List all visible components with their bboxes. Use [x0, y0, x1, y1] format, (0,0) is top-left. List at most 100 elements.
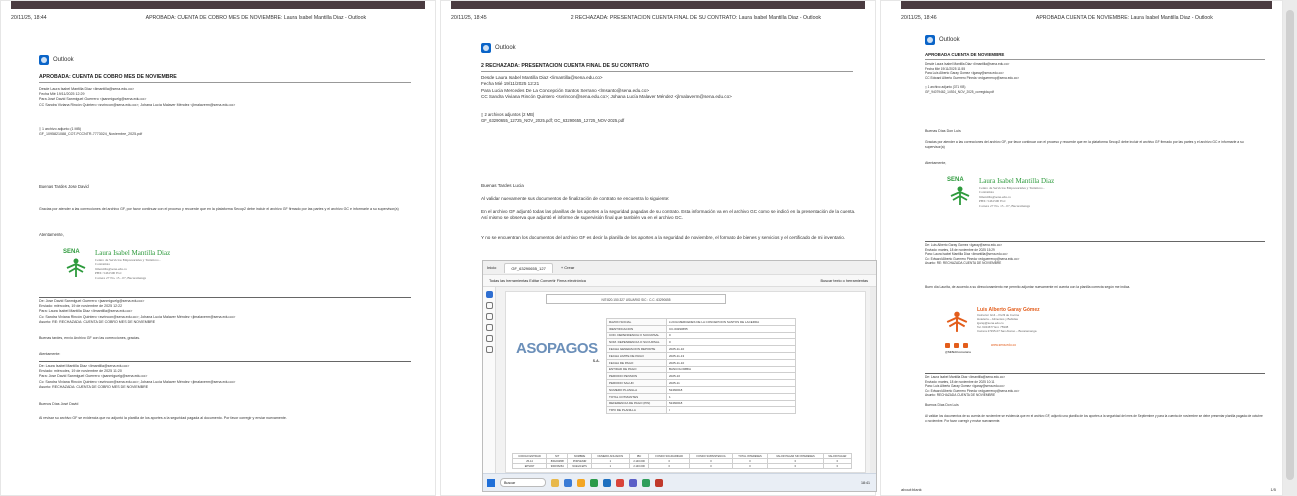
outlook-label: Outlook [495, 45, 516, 51]
summary-value: I [666, 406, 796, 415]
outlook-label: Outlook [53, 57, 74, 63]
text-tool-icon[interactable] [485, 335, 493, 342]
tab-home[interactable]: Inicio [487, 265, 496, 270]
quoted-body-2: Al revisar su archivo GF se evidencia qu… [39, 416, 287, 420]
taskbar-app-icon[interactable] [590, 478, 598, 487]
tab-pdf[interactable]: GF_63290655_127 [504, 262, 553, 273]
window-scrollbar[interactable] [1283, 0, 1297, 496]
taskbar-clock: 18:41 [861, 480, 870, 485]
summary-key: PERIODO SALUD [606, 379, 667, 387]
taskbar-app-icon[interactable] [603, 478, 611, 487]
body-paragraph-1: Al validar nuevamente sus documentos de … [481, 196, 670, 201]
summary-key: FECHA GENERACION REPORTE [606, 345, 667, 353]
zoom-tool-icon[interactable] [485, 302, 493, 309]
summary-key: COD. DEPENDENCIA O SUCURSAL [606, 331, 667, 340]
attachment-text: 2 archivos adjuntos (2 MB) GF_63290655_1… [481, 112, 625, 123]
taskbar-app-icon[interactable] [564, 478, 572, 487]
pdf-header-box: NIT:820.150.327 USUARIO SIC : C.C. 63290… [546, 294, 726, 304]
summary-row: ENTIDAD DE PAGO BANCOLOMBIA [606, 365, 796, 374]
body-text: Gracias por atender a las correcciones d… [925, 140, 1244, 149]
divider [925, 59, 1265, 60]
summary-value: 2025-11-10 [666, 358, 796, 367]
signature-2-details: Instructor G14 – Perfil de Cocina Hotele… [977, 313, 1037, 333]
taskbar-app-icon[interactable] [551, 478, 559, 487]
detail-cell: 900156264 [546, 463, 569, 469]
divider [925, 373, 1265, 374]
payment-detail-table: CODIGO ENTIDAD NIT NOMBRE NUMERO AFILIADOS I… [511, 453, 853, 469]
quoted-greeting-2: Buenos Días Don Luis [925, 403, 959, 407]
email-headers: Desde Laura Isabel Mantilla Diaz <limant… [481, 75, 732, 99]
taskbar-app-icon[interactable] [642, 478, 650, 487]
summary-key: TIPO DE PLANILLA [606, 406, 667, 415]
outlook-icon [925, 35, 935, 45]
summary-value: 0 [666, 331, 796, 340]
pdf-scrollbar[interactable] [870, 287, 876, 473]
body-text: Gracias por atender a las correcciones d… [39, 207, 399, 211]
youtube-icon[interactable] [963, 343, 968, 348]
attachment-info[interactable]: ▯ 1 archivo adjunto (371 KB) GF_94079462… [925, 85, 1225, 94]
scrollbar-thumb[interactable] [1286, 10, 1294, 480]
pen-tool-icon[interactable] [485, 313, 493, 320]
body-paragraph-2: En el archivo GF adjuntó todas las plani… [481, 209, 856, 221]
summary-row: PERIODO SALUD 2025-11 [606, 379, 796, 387]
taskbar-search[interactable]: Buscar [500, 478, 546, 487]
print-datetime: 20/11/25, 18:46 [901, 15, 937, 21]
outlook-label: Outlook [939, 37, 960, 43]
pdf-toolbar-menu[interactable]: Todas las herramientas Editar Convertir … [489, 279, 586, 283]
instagram-icon[interactable] [945, 343, 950, 348]
taskbar-app-icon[interactable] [655, 478, 663, 487]
pdf-search[interactable]: Buscar texto o herramientas [821, 279, 868, 283]
search-tool-icon[interactable] [485, 346, 493, 353]
closing: Atentamente, [39, 232, 64, 237]
page-1: 20/11/25, 18:44 APROBADA: CUENTA DE COBR… [0, 0, 436, 496]
attachment-text: 1 archivo adjunto (371 KB) GF_94079462_1… [925, 85, 994, 94]
detail-row: EPS037 900156264 NUEVA EPS 1 2.146.000 0 0 0 0 0 [511, 463, 853, 469]
quoted-body-2: Al validar los documentos de su cuenta d… [925, 414, 1263, 423]
taskbar-app-icon[interactable] [616, 478, 624, 487]
summary-value: 0 [666, 338, 796, 347]
facebook-icon[interactable] [954, 343, 959, 348]
email-subject: 2 RECHAZADA: PRESENTACION CUENTA FINAL D… [481, 63, 649, 69]
divider [39, 82, 411, 83]
divider [481, 71, 853, 72]
summary-value: 2025-11-13 [666, 351, 796, 360]
outlook-icon [39, 55, 49, 65]
summary-value: LUCIA MERCEDES DE LA CONCEPCION SANTOS D… [666, 318, 796, 326]
quoted-header-2: De: Laura Isabel Mantilla Diaz <limantil… [39, 364, 236, 389]
sena-logo-text: SENA [63, 249, 80, 255]
website-link[interactable]: www.sena.edu.co [991, 343, 1016, 347]
asopagos-logo-text: ASOPAGOS [516, 340, 598, 357]
print-window-title: APROBADA: CUENTA DE COBRO MES DE NOVIEMB… [145, 15, 367, 21]
summary-key: TOTAL COTIZANTES [606, 392, 667, 401]
email-headers: Desde Laura Isabel Mantilla Diaz <limant… [925, 62, 1020, 80]
draw-tool-icon[interactable] [485, 324, 493, 331]
body-greeting: Buenas Tardes Jose David [39, 184, 89, 189]
summary-key: FECHA DE PAGO [606, 358, 667, 367]
browser-tabs: Inicio GF_63290655_127 + Crear [483, 261, 876, 275]
tab-new[interactable]: + Crear [561, 265, 574, 270]
taskbar-app-icon[interactable] [629, 478, 637, 487]
quoted-header-2: De: Laura Isabel Mantilla Diaz <limantil… [925, 375, 1020, 398]
taskbar-app-icon[interactable] [577, 478, 585, 487]
windows-start-icon[interactable] [487, 478, 495, 487]
quoted-greeting-2: Buenos Días José David [39, 402, 79, 406]
detail-cell: 0 [731, 463, 769, 469]
summary-value: 52460018 [666, 385, 796, 394]
body-paragraph-3: Y no se encuentran los documentos del ar… [481, 235, 846, 240]
summary-row: FECHA GENERACION REPORTE 2025-11-10 [606, 345, 796, 353]
closing: Atentamente, [925, 161, 947, 165]
print-datetime: 20/11/25, 18:45 [451, 15, 487, 21]
print-header: 20/11/25, 18:45 2 RECHAZADA: PRESENTACIO… [451, 11, 865, 25]
attachment-info[interactable]: ▯ 1 archivo adjunto (1 MB) GF_1095821088… [39, 127, 339, 137]
detail-cell: 0 [689, 463, 733, 469]
select-tool-icon[interactable] [485, 291, 493, 298]
summary-key: IDENTIFICACION [606, 324, 667, 333]
summary-key: NOM. DEPENDENCIA O SUCURSAL [606, 338, 667, 347]
outlook-icon [481, 43, 491, 53]
outlook-brand: Outlook [39, 55, 74, 65]
page-3: 20/11/25, 18:46 APROBADA CUENTA DE NOVIE… [880, 0, 1283, 496]
windows-taskbar: Buscar 18:41 [483, 473, 876, 491]
body-greeting: Buenas Tardes Lucia [481, 183, 524, 188]
attachment-info[interactable]: ▯ 2 archivos adjuntos (2 MB) GF_63290655… [481, 112, 811, 124]
summary-key: ENTIDAD DE PAGO [606, 365, 667, 374]
